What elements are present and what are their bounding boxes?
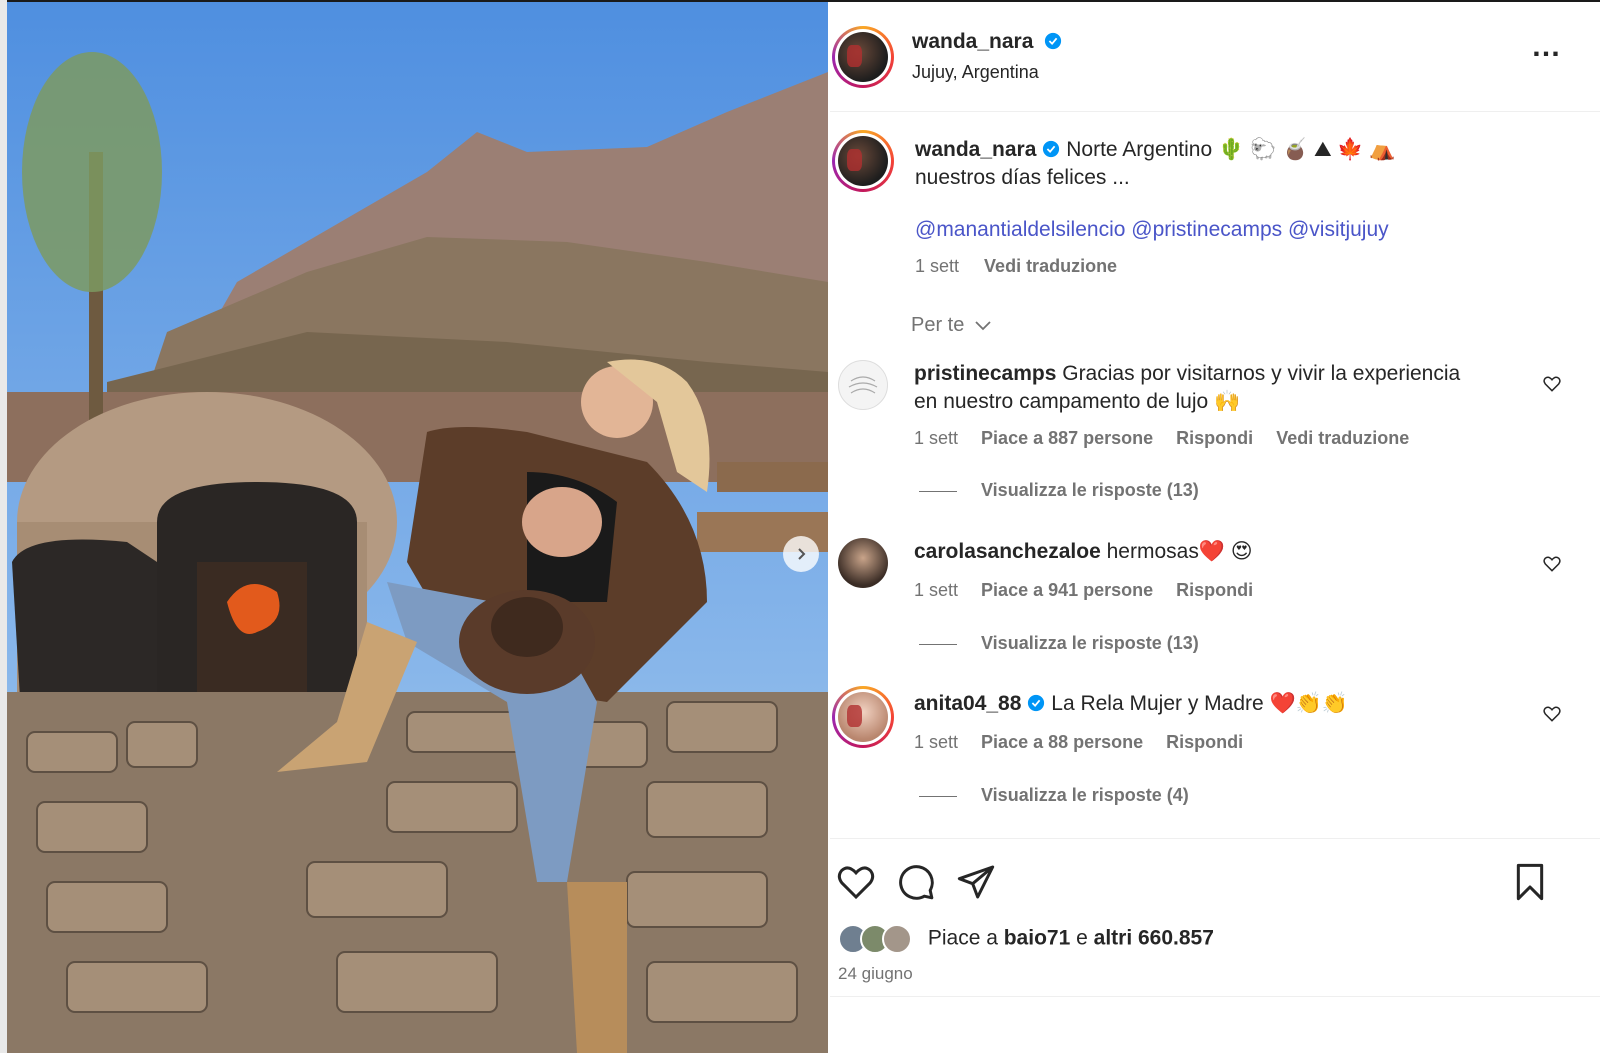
comment-time: 1 sett: [914, 580, 959, 600]
author-username[interactable]: wanda_nara: [912, 30, 1033, 53]
caption-text: Norte Argentino 🌵 🐑 🧉 ⛰ 🍁 ⛺: [1066, 138, 1396, 161]
reply-button[interactable]: Rispondi: [1166, 732, 1243, 752]
comment-avatar[interactable]: [832, 686, 894, 748]
comment-meta: 1 sett Piace a 941 persone Rispondi: [914, 580, 1253, 601]
comment-avatar[interactable]: [838, 538, 888, 588]
reply-button[interactable]: Rispondi: [1176, 428, 1253, 448]
caption-time: 1 sett: [915, 256, 960, 276]
next-arrow-icon: [798, 548, 806, 560]
verified-icon: [1044, 32, 1061, 50]
likes-user[interactable]: baio71: [1004, 927, 1071, 950]
reply-button[interactable]: Rispondi: [1176, 580, 1253, 600]
comment-username[interactable]: pristinecamps: [914, 362, 1056, 385]
post-location[interactable]: Jujuy, Argentina: [912, 62, 1039, 83]
caption-username[interactable]: wanda_nara: [915, 138, 1036, 161]
heart-icon[interactable]: [1542, 704, 1562, 724]
bookmark-icon[interactable]: [1510, 862, 1550, 902]
post-photo[interactable]: [7, 2, 828, 1053]
comment-username[interactable]: anita04_88: [914, 692, 1021, 715]
likes-middle: e: [1076, 926, 1088, 950]
comment-text: hermosas❤️ 😍: [1106, 540, 1253, 563]
heart-icon[interactable]: [1542, 374, 1562, 394]
comment-icon[interactable]: [896, 862, 936, 902]
comment-time: 1 sett: [914, 428, 959, 448]
comment-text: Gracias por visitarnos y vivir la experi…: [1062, 362, 1461, 385]
view-replies-button[interactable]: Visualizza le risposte (13): [919, 480, 1199, 501]
view-replies-button[interactable]: Visualizza le risposte (4): [919, 785, 1189, 806]
verified-icon: [1028, 694, 1045, 712]
likes-others[interactable]: altri 660.857: [1094, 927, 1214, 950]
translate-link[interactable]: Vedi traduzione: [984, 256, 1117, 276]
comment-avatar[interactable]: [838, 360, 888, 410]
post-date: 24 giugno: [838, 964, 913, 983]
comment-meta: 1 sett Piace a 887 persone Rispondi Vedi…: [914, 428, 1409, 449]
view-replies-button[interactable]: Visualizza le risposte (13): [919, 633, 1199, 654]
comment-meta: 1 sett Piace a 88 persone Rispondi: [914, 732, 1243, 753]
chevron-down-icon: [975, 321, 991, 331]
comment-likes[interactable]: Piace a 941 persone: [981, 580, 1153, 600]
likes-prefix: Piace a: [927, 926, 998, 950]
caption-avatar[interactable]: [832, 130, 894, 192]
verified-icon: [1043, 140, 1060, 158]
caption-text-2: nuestros días felices ...: [915, 166, 1130, 189]
likers-avatars: [838, 924, 914, 954]
sort-label: Per te: [911, 314, 965, 336]
caption-meta: 1 sett Vedi traduzione: [915, 256, 1117, 277]
more-icon[interactable]: …: [1531, 32, 1562, 62]
comment-likes[interactable]: Piace a 88 persone: [981, 732, 1143, 752]
photo-illustration: [7, 2, 828, 1053]
next-photo-button[interactable]: [783, 536, 819, 572]
post-header: wanda_nara Jujuy, Argentina …: [830, 2, 1600, 112]
share-icon[interactable]: [956, 862, 996, 902]
comment-text: La Rela Mujer y Madre ❤️👏👏: [1051, 692, 1348, 715]
author-avatar[interactable]: [832, 26, 894, 88]
heart-icon[interactable]: [1542, 554, 1562, 574]
comment-input-bar[interactable]: [830, 996, 1600, 1053]
left-edge: [0, 0, 7, 1053]
comment-time: 1 sett: [914, 732, 959, 752]
likes-summary[interactable]: Piace a baio71 e altri 660.857: [838, 924, 1214, 954]
post-side-panel: wanda_nara Jujuy, Argentina … wanda_nara…: [830, 2, 1600, 1053]
comment-likes[interactable]: Piace a 887 persone: [981, 428, 1153, 448]
caption-mentions[interactable]: @manantialdelsilencio @pristinecamps @vi…: [915, 218, 1389, 242]
comment-text-2: en nuestro campamento de lujo 🙌: [914, 390, 1241, 413]
sort-dropdown[interactable]: Per te: [911, 314, 992, 337]
heart-icon[interactable]: [836, 862, 876, 902]
translate-link[interactable]: Vedi traduzione: [1276, 428, 1409, 448]
comment-username[interactable]: carolasanchezaloe: [914, 540, 1101, 563]
